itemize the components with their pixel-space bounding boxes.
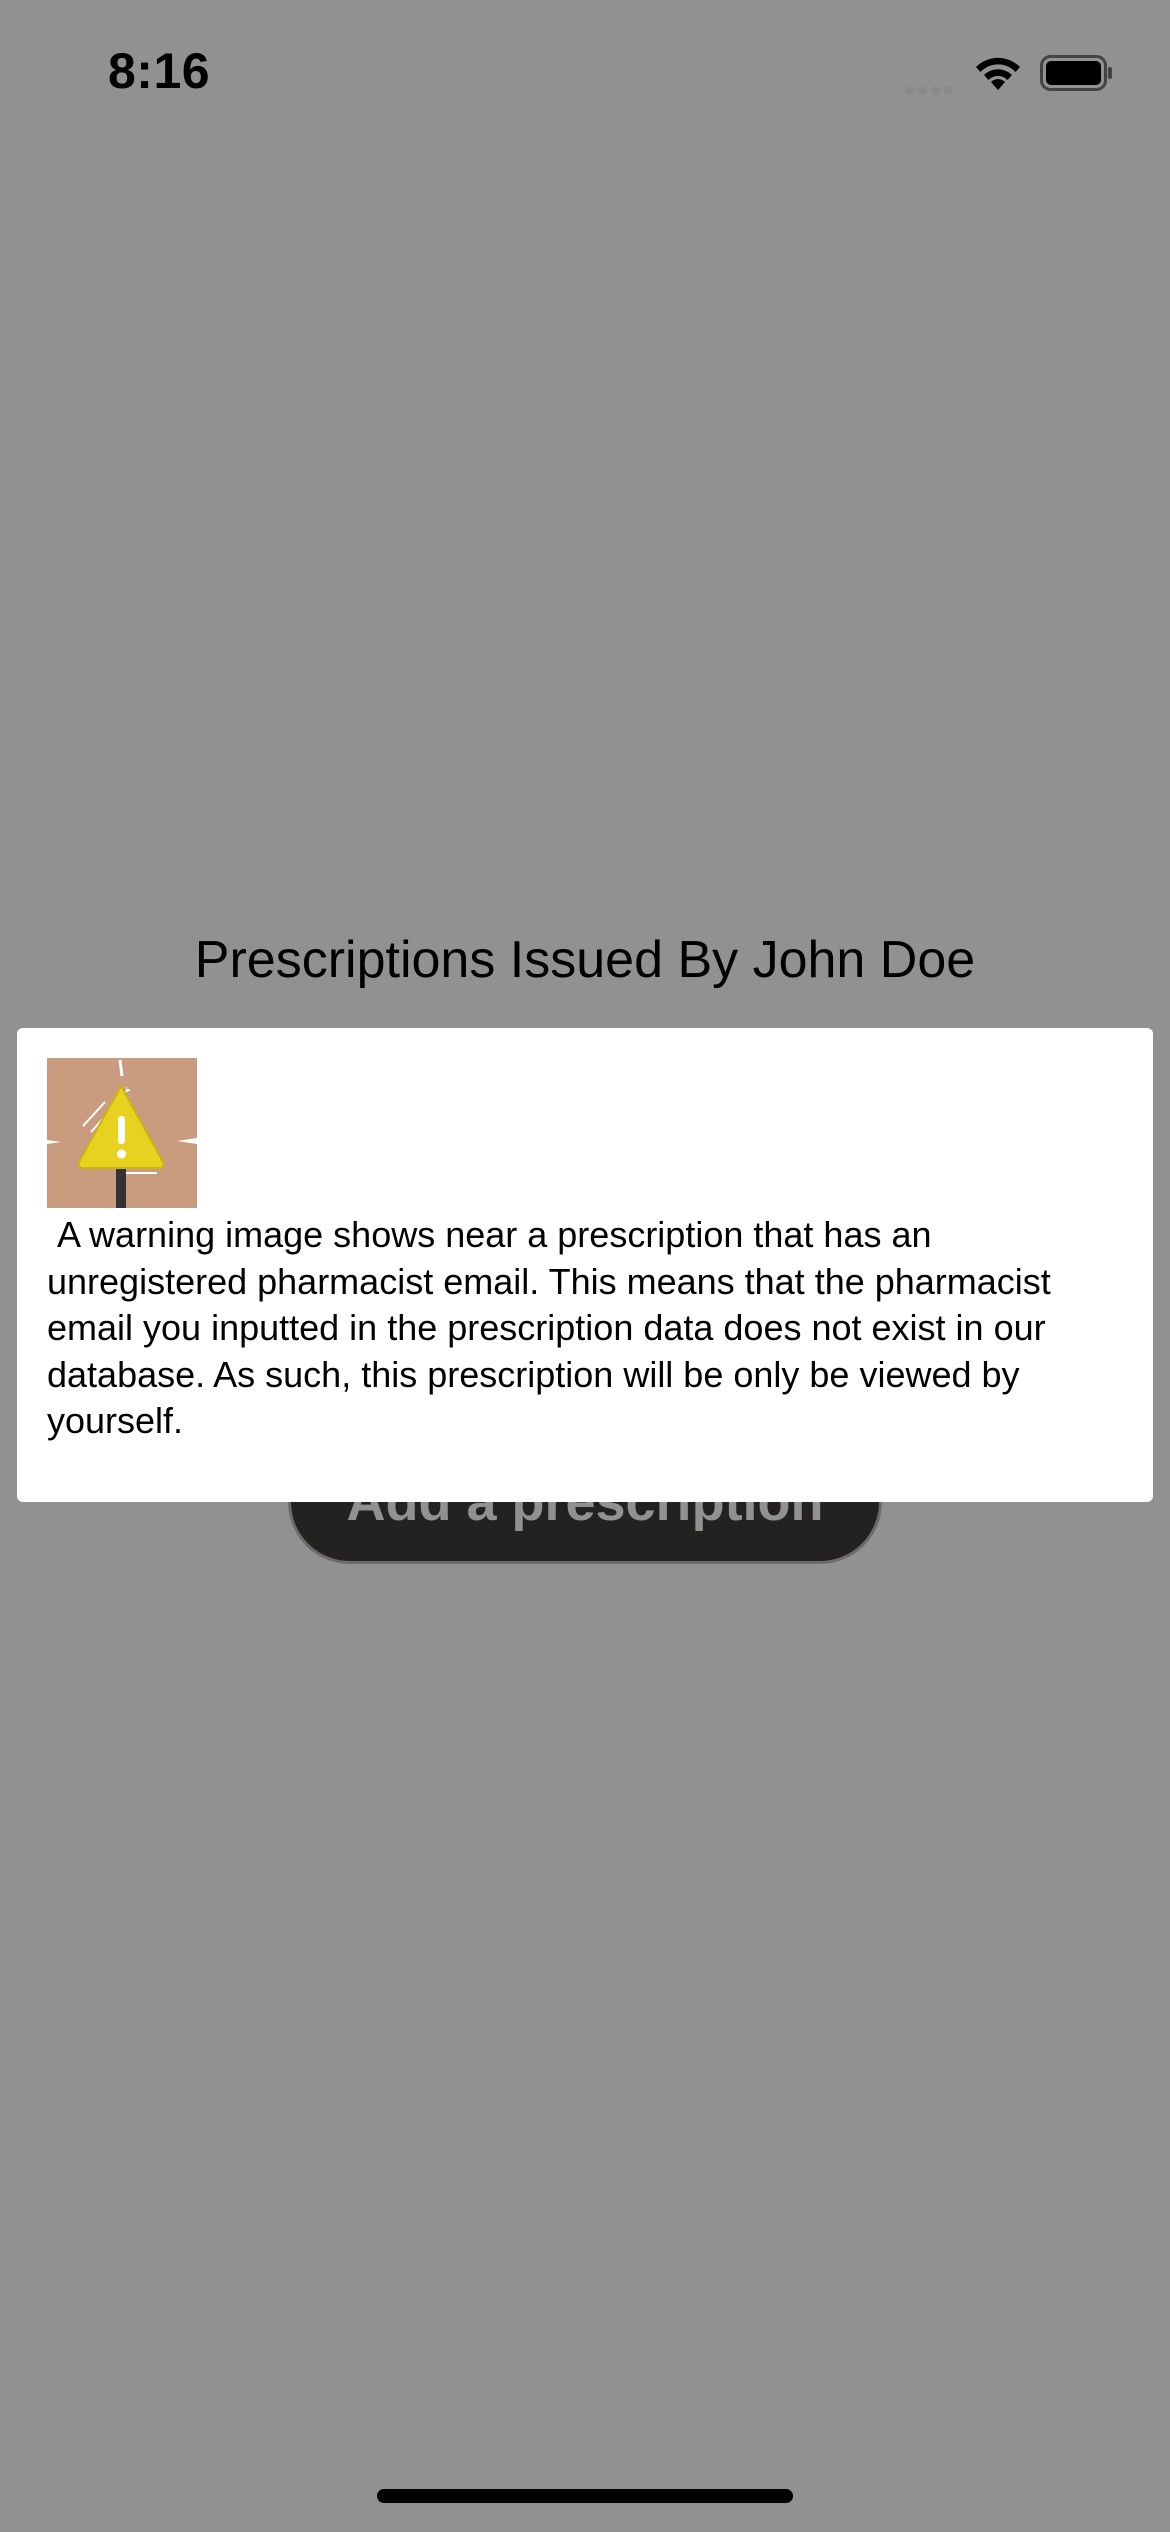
battery-icon: [1040, 55, 1112, 91]
status-time: 8:16: [108, 43, 211, 99]
info-modal: A warning image shows near a prescriptio…: [17, 1028, 1153, 1502]
wifi-icon: [976, 57, 1020, 90]
cellular-signal-icon: [905, 82, 961, 95]
warning-sign-image: [47, 1058, 197, 1208]
home-indicator[interactable]: [377, 2489, 793, 2503]
status-bar: 8:16: [0, 0, 1170, 150]
modal-message: A warning image shows near a prescriptio…: [47, 1214, 1061, 1441]
